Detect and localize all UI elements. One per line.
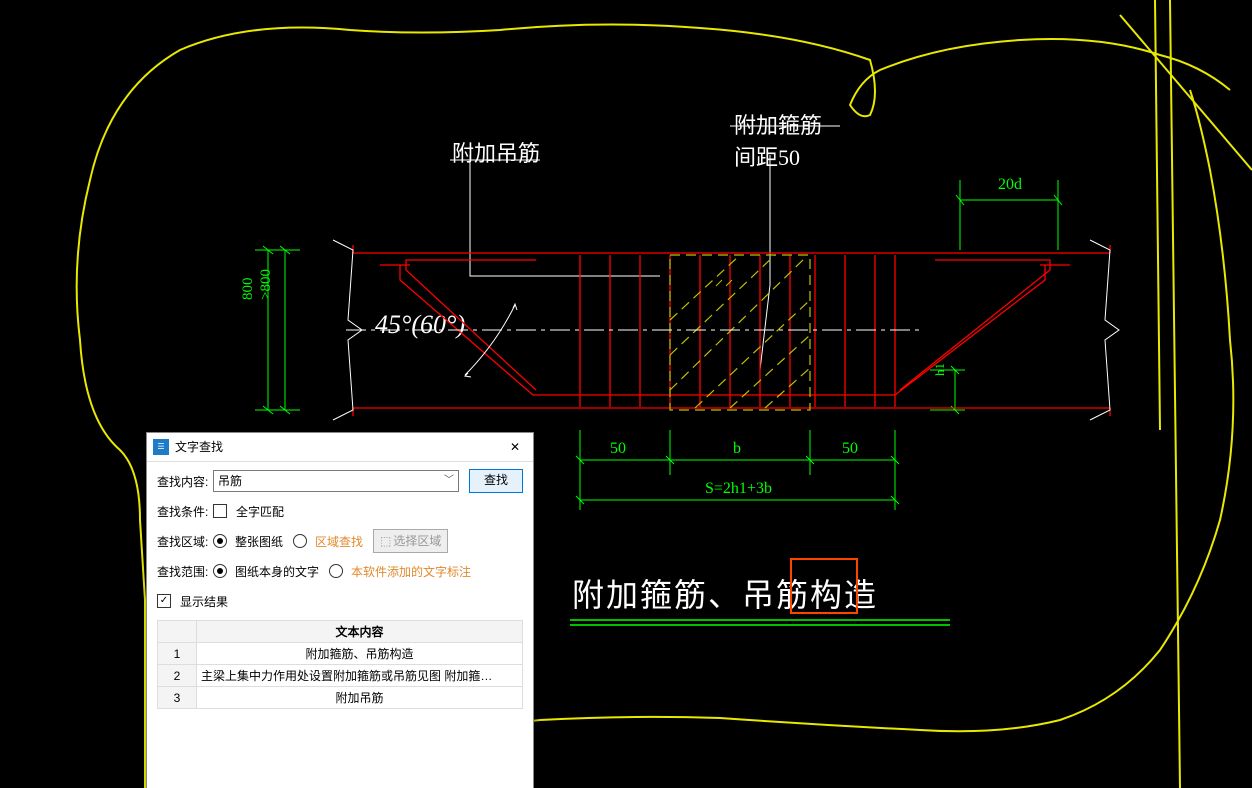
- chevron-down-icon[interactable]: ﹀: [444, 471, 454, 491]
- checkbox-show-results[interactable]: [157, 594, 171, 608]
- text-search-dialog: ☰ 文字查找 ✕ 查找内容: 吊筋 ﹀ 查找 查找条件: 全字匹配: [146, 432, 534, 788]
- table-header-blank: [158, 621, 197, 643]
- dialog-title-text: 文字查找: [175, 433, 223, 461]
- dialog-body: 查找内容: 吊筋 ﹀ 查找 查找条件: 全字匹配 查找区域: 整张图纸: [147, 462, 533, 717]
- radio-scope-software-label: 本软件添加的文字标注: [351, 563, 471, 580]
- table-row[interactable]: 3 附加吊筋: [158, 687, 523, 709]
- checkbox-show-results-label: 显示结果: [180, 593, 228, 610]
- row-content-2: 主梁上集中力作用处设置附加箍筋或吊筋见图 附加箍…: [197, 665, 523, 687]
- dialog-titlebar[interactable]: ☰ 文字查找 ✕: [147, 433, 533, 462]
- row-content-1: 附加箍筋、吊筋构造: [197, 643, 523, 665]
- results-table: 文本内容 1 附加箍筋、吊筋构造 2 主梁上集中力作用处设置附加箍筋或吊筋见图 …: [157, 620, 523, 709]
- label-region: 查找区域:: [157, 533, 213, 550]
- radio-scope-drawing-label: 图纸本身的文字: [235, 563, 319, 580]
- checkbox-fullmatch-label: 全字匹配: [236, 503, 284, 520]
- row-num-2: 2: [158, 665, 197, 687]
- select-region-label: 选择区域: [393, 531, 441, 551]
- close-icon[interactable]: ✕: [503, 433, 527, 461]
- radio-area-search-label: 区域查找: [315, 533, 363, 550]
- select-region-icon: ⬚: [380, 531, 391, 551]
- label-scope: 查找范围:: [157, 563, 213, 580]
- radio-scope-software[interactable]: [329, 564, 343, 578]
- row-num-3: 3: [158, 687, 197, 709]
- label-search-content: 查找内容:: [157, 473, 213, 490]
- dialog-icon: ☰: [153, 439, 169, 455]
- row-content-3: 附加吊筋: [197, 687, 523, 709]
- table-row[interactable]: 2 主梁上集中力作用处设置附加箍筋或吊筋见图 附加箍…: [158, 665, 523, 687]
- table-header-content: 文本内容: [197, 621, 523, 643]
- search-input[interactable]: 吊筋 ﹀: [213, 470, 459, 492]
- table-row[interactable]: 1 附加箍筋、吊筋构造: [158, 643, 523, 665]
- radio-whole-drawing-label: 整张图纸: [235, 533, 283, 550]
- checkbox-fullmatch[interactable]: [213, 504, 227, 518]
- radio-whole-drawing[interactable]: [213, 534, 227, 548]
- search-input-value: 吊筋: [218, 471, 242, 491]
- row-num-1: 1: [158, 643, 197, 665]
- label-condition: 查找条件:: [157, 503, 213, 520]
- select-region-button[interactable]: ⬚ 选择区域: [373, 529, 448, 553]
- radio-area-search[interactable]: [293, 534, 307, 548]
- radio-scope-drawing[interactable]: [213, 564, 227, 578]
- cad-canvas[interactable]: 附加吊筋 附加箍筋 间距50 20d 800 >800 45°(60°) 50 …: [0, 0, 1252, 788]
- search-button[interactable]: 查找: [469, 469, 523, 493]
